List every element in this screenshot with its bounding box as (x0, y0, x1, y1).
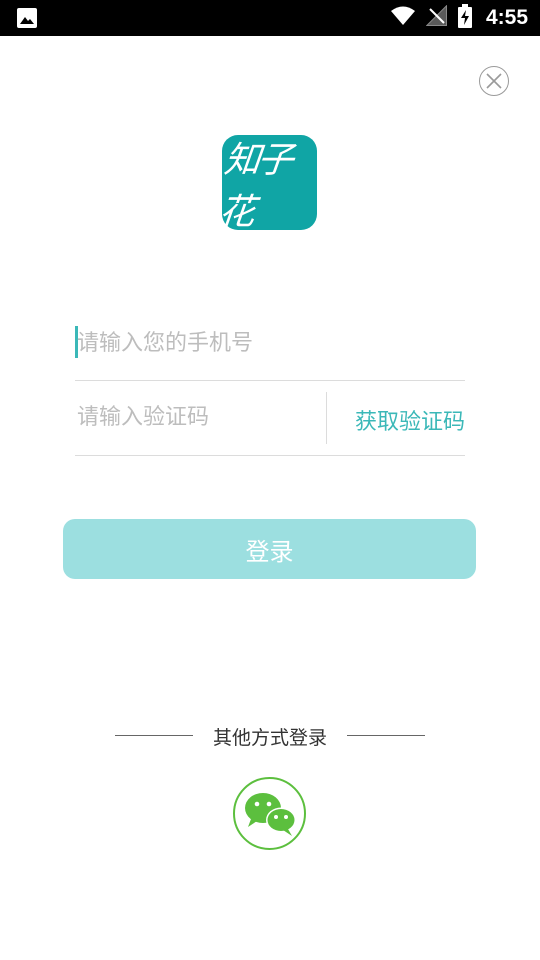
code-divider (326, 392, 327, 444)
image-icon (16, 7, 38, 29)
divider-left (115, 735, 193, 736)
wifi-icon (390, 6, 416, 30)
battery-charging-icon (457, 4, 472, 32)
wechat-icon (245, 793, 296, 836)
wechat-login-button[interactable] (233, 777, 306, 850)
app-logo: 知子花 (217, 135, 317, 233)
close-icon (486, 73, 502, 89)
phone-field-row (75, 318, 465, 381)
other-login-label: 其他方式登录 (212, 727, 327, 749)
divider-right (347, 735, 425, 736)
status-time: 4:55 (485, 6, 528, 29)
phone-input[interactable] (77, 324, 457, 362)
login-button[interactable]: 登录 (63, 519, 476, 579)
code-field-row: 获取验证码 (75, 392, 465, 456)
status-bar: 4:55 (0, 0, 540, 36)
verification-code-input[interactable] (77, 398, 317, 436)
get-code-button[interactable]: 获取验证码 (355, 404, 465, 436)
close-button[interactable] (479, 66, 509, 96)
logo-text: 知子花 (216, 139, 293, 233)
no-signal-icon (425, 4, 448, 31)
